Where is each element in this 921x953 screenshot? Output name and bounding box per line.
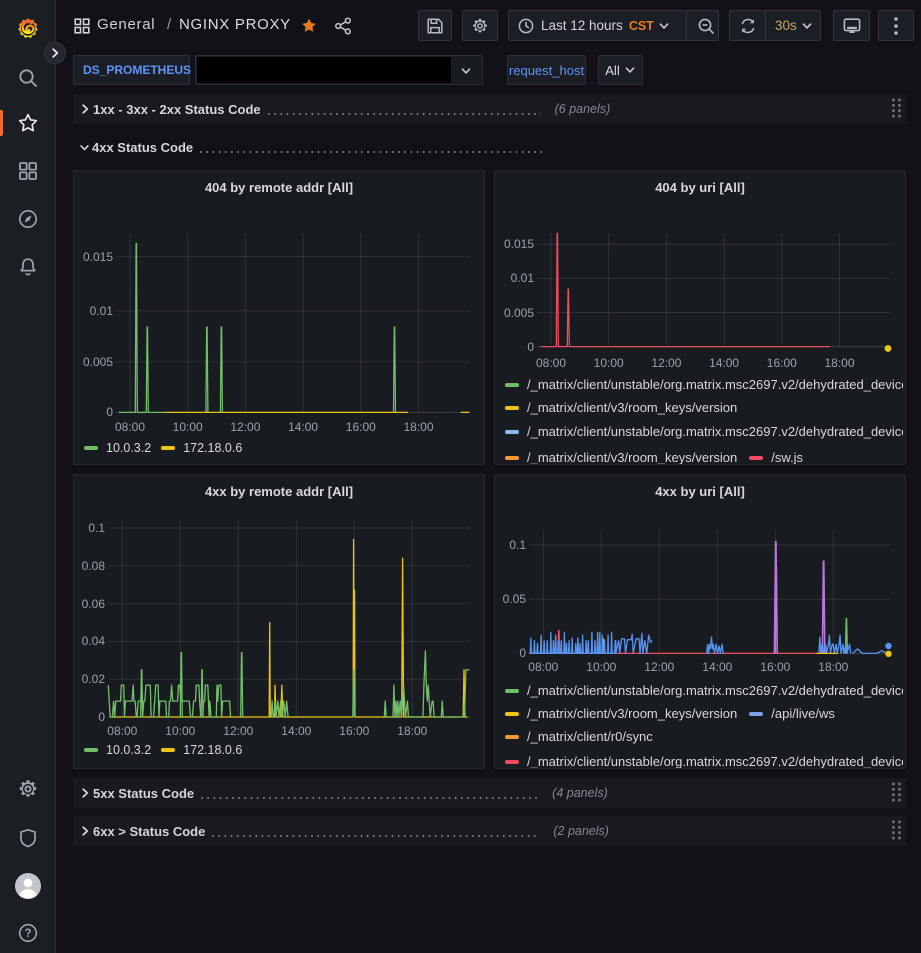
svg-text:?: ? xyxy=(24,928,31,940)
